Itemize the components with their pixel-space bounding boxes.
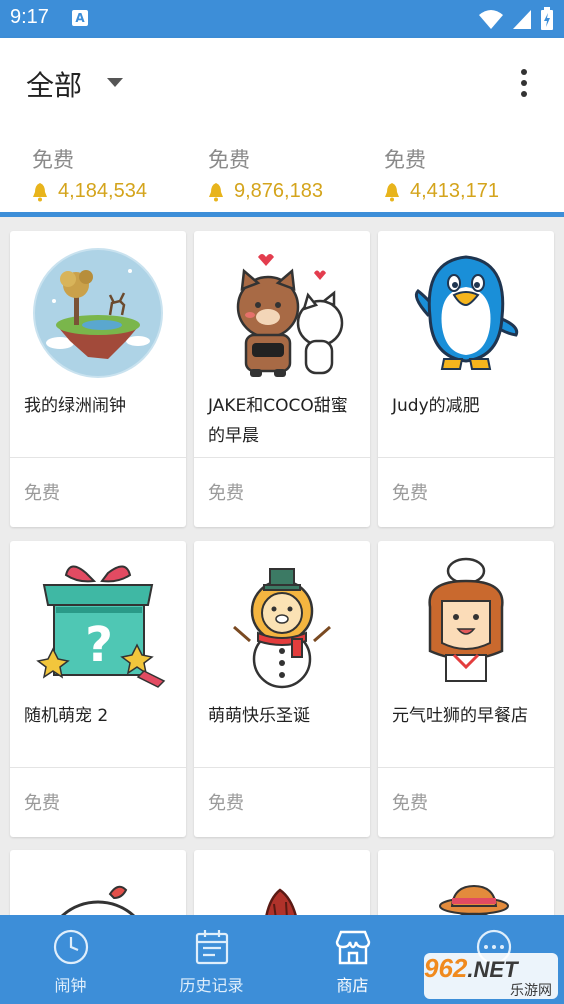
theme-card[interactable]: [378, 850, 554, 915]
category-filter[interactable]: 全部: [26, 64, 82, 104]
card-divider: [378, 457, 554, 458]
clock-icon: [53, 929, 89, 965]
summary-count: 4,413,171: [410, 180, 499, 202]
bell-icon: [385, 182, 399, 201]
pink-pig-hat-image: [439, 884, 509, 915]
theme-price: 免费: [24, 483, 60, 504]
watermark-domain: .NET: [467, 957, 518, 982]
card-divider: [10, 457, 186, 458]
theme-title: 我的绿洲闹钟: [24, 396, 126, 416]
theme-card[interactable]: JAKE和COCO甜蜜的早晨 免费: [194, 231, 370, 527]
wifi-icon: [479, 10, 503, 29]
nav-label: 历史记录: [179, 976, 244, 995]
summary-count: 9,876,183: [234, 180, 323, 202]
theme-card[interactable]: [10, 850, 186, 915]
theme-card[interactable]: 元气吐狮的早餐店 免费: [378, 541, 554, 837]
nav-label: 商店: [336, 976, 369, 995]
store-icon: [335, 930, 371, 965]
summary-label: 免费: [208, 148, 250, 172]
theme-card[interactable]: 我的绿洲闹钟 免费: [10, 231, 186, 527]
theme-title: 元气吐狮的早餐店: [392, 706, 528, 726]
theme-card[interactable]: Judy的减肥 免费: [378, 231, 554, 527]
notification-icon: A: [72, 10, 88, 26]
mystery-gift-box-image: ?: [36, 565, 166, 688]
caret-down-icon[interactable]: [107, 78, 123, 87]
status-bar: 9:17 A: [0, 0, 564, 38]
nav-label: 闹钟: [54, 976, 87, 995]
svg-text:?: ?: [85, 617, 113, 673]
nav-item-history[interactable]: 历史记录: [141, 915, 282, 1004]
card-divider: [378, 767, 554, 768]
theme-card[interactable]: 萌萌快乐圣诞 免费: [194, 541, 370, 837]
watermark-brand: 962: [424, 953, 468, 983]
theme-price: 免费: [392, 483, 428, 504]
battery-charging-icon: [541, 7, 553, 30]
theme-title: 随机萌宠 2: [24, 706, 109, 726]
chick-image: [60, 885, 136, 915]
theme-price: 免费: [24, 793, 60, 814]
bell-icon: [33, 182, 47, 201]
summary-label: 免费: [384, 148, 426, 172]
app-bar: 全部: [0, 38, 564, 126]
floating-island-image: [33, 248, 163, 378]
summary-item: 免费 4,413,171: [382, 144, 499, 203]
signal-icon: [513, 10, 531, 29]
theme-card[interactable]: ? 随机萌宠 2 免费: [10, 541, 186, 837]
watermark-subtitle: 乐游网: [510, 983, 552, 999]
nav-item-alarm[interactable]: 闹钟: [0, 915, 141, 1004]
summary-row: 免费 4,184,534 免费 9,876,183 免费 4,413,171: [0, 126, 564, 212]
theme-price: 免费: [208, 793, 244, 814]
status-icons: [478, 7, 554, 31]
card-divider: [10, 767, 186, 768]
theme-card[interactable]: [194, 850, 370, 915]
nav-item-store[interactable]: 商店: [282, 915, 423, 1004]
theme-title: Judy的减肥: [392, 396, 480, 416]
theme-price: 免费: [392, 793, 428, 814]
card-divider: [194, 767, 370, 768]
summary-item: 免费 9,876,183: [206, 144, 323, 203]
watermark-logo: 962.NET 乐游网: [424, 953, 558, 999]
theme-price: 免费: [208, 483, 244, 504]
status-time: 9:17: [10, 6, 49, 28]
penguin-image: [414, 255, 519, 370]
calendar-icon: [195, 930, 229, 965]
summary-label: 免费: [32, 148, 74, 172]
card-divider: [194, 457, 370, 458]
lion-snowman-image: [233, 568, 331, 689]
more-options-icon[interactable]: [520, 69, 528, 97]
theme-title: JAKE和COCO甜蜜的早晨: [208, 396, 348, 446]
theme-title: 萌萌快乐圣诞: [208, 706, 310, 726]
bell-icon: [209, 182, 223, 201]
theme-grid: 我的绿洲闹钟 免费 JAKE和COCO甜蜜的早晨 免费 Judy的减肥 免费 ?…: [0, 217, 564, 915]
bear-and-cat-image: [236, 254, 344, 377]
lion-chef-image: [428, 557, 504, 682]
summary-item: 免费 4,184,534: [30, 144, 147, 203]
redhead-girl-image: [265, 888, 297, 915]
summary-count: 4,184,534: [58, 180, 147, 202]
